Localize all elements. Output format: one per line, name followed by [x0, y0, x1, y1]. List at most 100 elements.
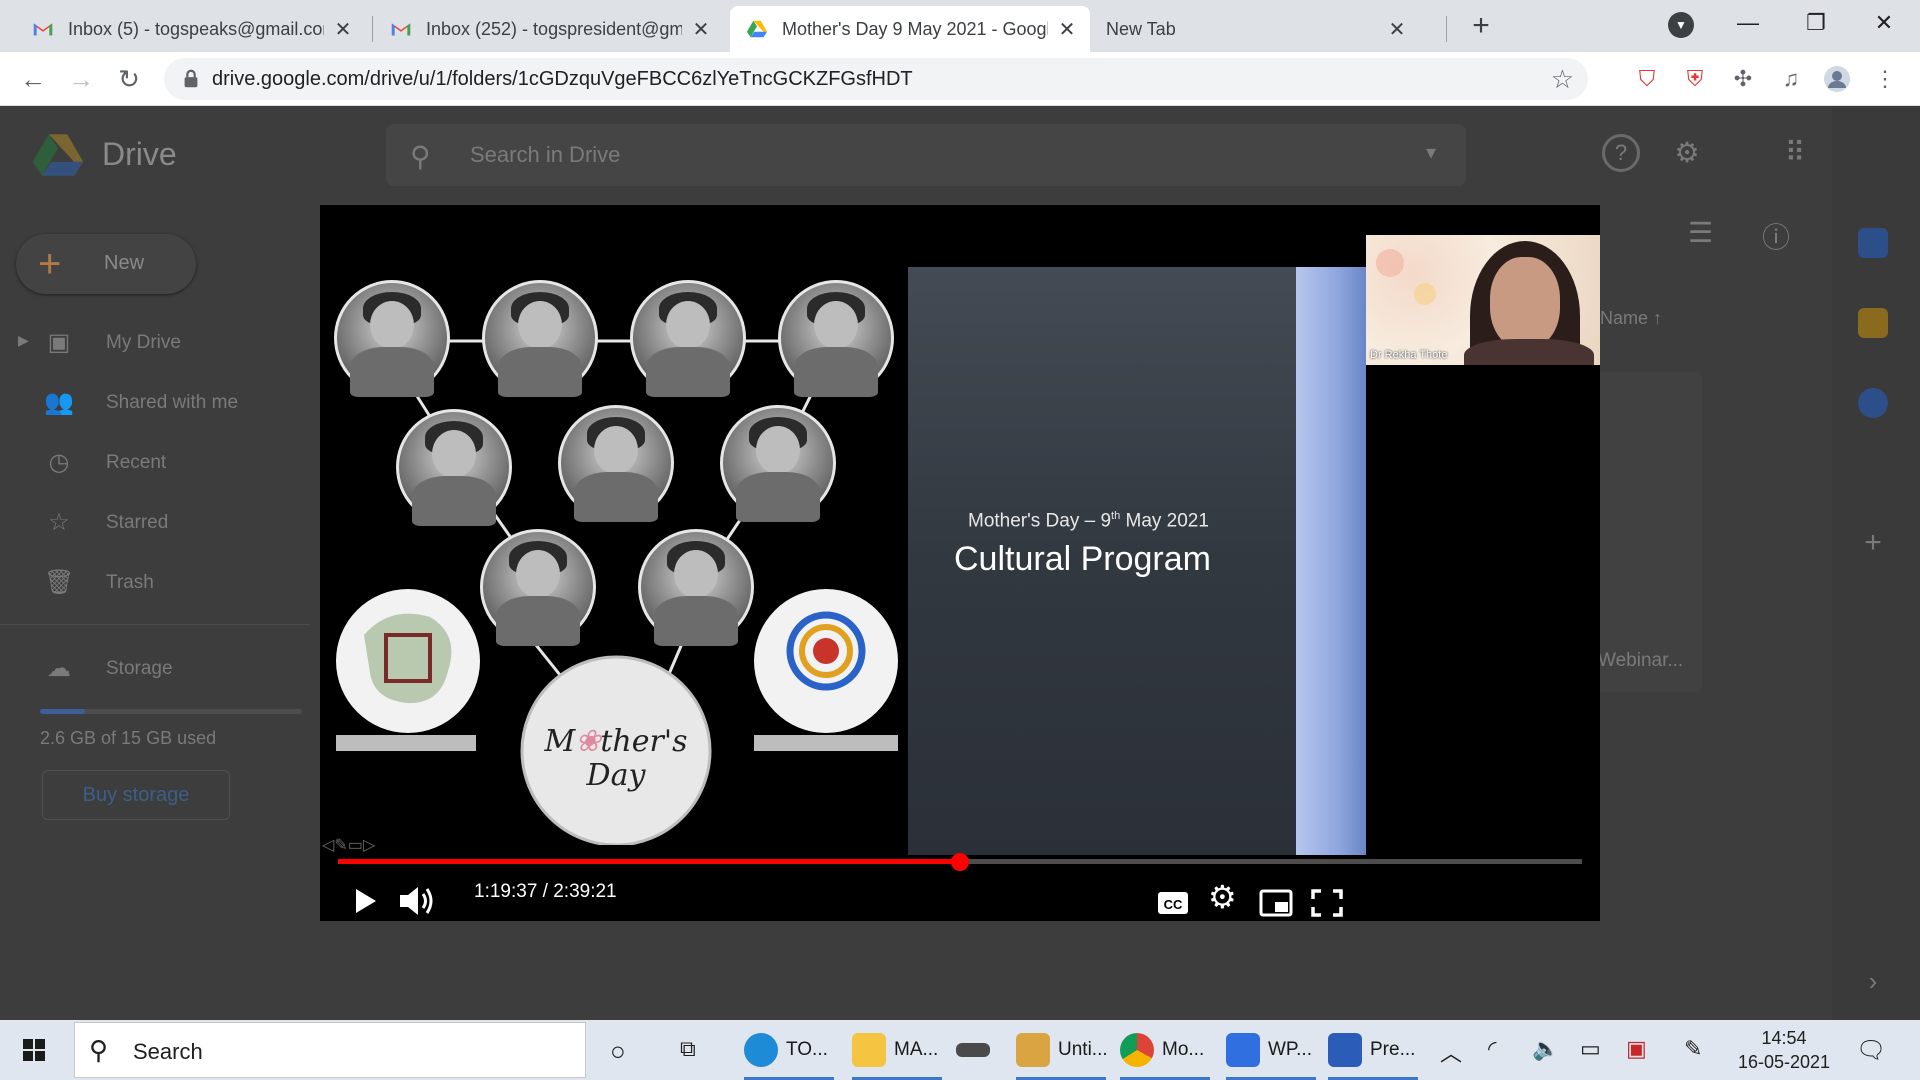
- bookmark-star-icon[interactable]: ☆: [1551, 64, 1574, 95]
- taskbar-search-label: Search: [133, 1039, 203, 1064]
- shared-icon: 👥: [44, 389, 74, 416]
- tab-gmail-togspresident[interactable]: Inbox (252) - togspresident@gmail.com ✕: [374, 6, 724, 52]
- sidebar-item-shared[interactable]: 👥 Shared with me: [0, 382, 310, 422]
- notification-center-icon[interactable]: 🗨: [1856, 1036, 1886, 1065]
- drive-search-input[interactable]: ⚲ Search in Drive ▾: [386, 124, 1466, 186]
- apps-grid-icon[interactable]: ⠿: [1776, 134, 1814, 172]
- close-tab-icon[interactable]: ✕: [1386, 17, 1408, 42]
- show-hidden-icons-chevron-icon[interactable]: ︿: [1440, 1036, 1462, 1068]
- taskbar-clock[interactable]: 14:54 16-05-2021: [1732, 1026, 1836, 1074]
- slide-subtitle: Mother's Day – 9th May 2021: [968, 510, 1209, 532]
- edge-icon: [744, 1033, 778, 1067]
- browser-toolbar: ← → ↻ drive.google.com/drive/u/1/folders…: [0, 52, 1920, 106]
- sidebar-item-label: Shared with me: [106, 392, 239, 413]
- close-tab-icon[interactable]: ✕: [1056, 17, 1078, 42]
- back-icon[interactable]: ←: [16, 62, 50, 96]
- sidebar-item-my-drive[interactable]: ▶ ▣ My Drive: [0, 322, 310, 362]
- info-icon[interactable]: ⓘ: [1762, 216, 1790, 256]
- expand-panel-icon[interactable]: ›: [1858, 966, 1888, 996]
- taskbar-app-paint[interactable]: Unti...: [1016, 1024, 1108, 1080]
- tab-search-icon[interactable]: ▼: [1668, 12, 1694, 38]
- video-player[interactable]: M❀ther's Day Mother's Day – 9th May 2021 …: [320, 205, 1600, 921]
- taskbar-app-edge[interactable]: TO...: [744, 1024, 834, 1080]
- reload-icon[interactable]: ↻: [112, 62, 146, 96]
- search-icon: ⚲: [89, 1035, 109, 1065]
- sidebar-item-trash[interactable]: 🗑 Trash: [0, 562, 310, 602]
- file-card[interactable]: [1592, 372, 1702, 692]
- expand-caret-icon[interactable]: ▶: [18, 332, 29, 349]
- windows-start-icon[interactable]: [22, 1038, 46, 1062]
- sidebar-item-starred[interactable]: ☆ Starred: [0, 502, 310, 542]
- office-notification-icon[interactable]: ▣: [1626, 1036, 1647, 1062]
- volume-muted-icon[interactable]: 🔈: [1532, 1036, 1559, 1062]
- sidebar-item-recent[interactable]: ◷ Recent: [0, 442, 310, 482]
- url-text: drive.google.com/drive/u/1/folders/1cGDz…: [212, 68, 913, 90]
- tab-drive-mothers-day[interactable]: Mother's Day 9 May 2021 - Google Drive ✕: [730, 6, 1090, 52]
- extension-lock-icon[interactable]: ⛉: [1632, 64, 1662, 94]
- profile-avatar-icon[interactable]: [1822, 64, 1852, 94]
- clock-time: 14:54: [1761, 1028, 1807, 1048]
- close-window-icon[interactable]: ✕: [1854, 6, 1914, 42]
- tab-title: Inbox (5) - togspeaks@gmail.com: [68, 18, 324, 39]
- extension-shield-icon[interactable]: ⛨: [1680, 64, 1710, 94]
- close-tab-icon[interactable]: ✕: [332, 17, 354, 42]
- fullscreen-icon[interactable]: [1310, 881, 1344, 921]
- video-progress-bar[interactable]: [338, 853, 1582, 871]
- battery-icon[interactable]: ▭: [1580, 1036, 1601, 1062]
- wifi-icon[interactable]: ◜: [1488, 1036, 1497, 1062]
- close-tab-icon[interactable]: ✕: [690, 17, 712, 42]
- taskbar-app-chrome[interactable]: Mo...: [1120, 1024, 1210, 1080]
- portrait-node: [396, 409, 512, 527]
- name-column-header[interactable]: Name ↑: [1600, 308, 1662, 329]
- annotation-toolbar[interactable]: ◁✎▭▷: [322, 835, 375, 855]
- restore-icon[interactable]: ❐: [1786, 6, 1846, 42]
- volume-icon[interactable]: [396, 879, 436, 921]
- settings-gear-icon[interactable]: ⚙: [1668, 134, 1706, 172]
- calendar-icon[interactable]: [1858, 228, 1888, 258]
- tasks-icon[interactable]: [1858, 388, 1888, 418]
- extensions-puzzle-icon[interactable]: ✣: [1728, 64, 1758, 94]
- minimize-icon[interactable]: —: [1718, 6, 1778, 42]
- taskbar-app-wps[interactable]: WP...: [1226, 1024, 1316, 1080]
- clock-date: 16-05-2021: [1737, 1052, 1831, 1072]
- scrubber-handle[interactable]: [951, 853, 969, 871]
- progress-played: [338, 859, 960, 864]
- storage-used-text: 2.6 GB of 15 GB used: [40, 728, 217, 748]
- taskbar-app-scanner[interactable]: [956, 1024, 996, 1076]
- portrait-node: [482, 280, 598, 398]
- taskbar-app-word[interactable]: Pre...: [1328, 1024, 1418, 1080]
- browser-menu-icon[interactable]: ⋮: [1870, 64, 1900, 94]
- clock-icon: ◷: [48, 449, 70, 476]
- list-view-icon[interactable]: ☰: [1688, 216, 1713, 249]
- buy-storage-button[interactable]: Buy storage: [42, 770, 230, 820]
- task-view-icon[interactable]: ⧉: [680, 1036, 696, 1062]
- tab-gmail-togspeaks[interactable]: Inbox (5) - togspeaks@gmail.com ✕: [16, 6, 366, 52]
- add-addon-icon[interactable]: +: [1858, 528, 1888, 558]
- play-icon[interactable]: [348, 879, 382, 921]
- settings-gear-icon[interactable]: ⚙: [1208, 877, 1237, 921]
- taskbar-search-box[interactable]: ⚲ Search: [74, 1022, 586, 1078]
- portrait-node: [630, 280, 746, 398]
- paint-icon: [1016, 1033, 1050, 1067]
- pen-icon[interactable]: ✎: [1684, 1036, 1702, 1062]
- keep-icon[interactable]: [1858, 308, 1888, 338]
- new-tab-button[interactable]: +: [1464, 10, 1498, 44]
- mothers-day-graphic: M❀ther's Day: [544, 724, 688, 793]
- star-icon: ☆: [48, 509, 70, 536]
- captions-icon[interactable]: CC: [1156, 881, 1190, 921]
- taskbar-app-folder[interactable]: MA...: [852, 1024, 942, 1080]
- plus-icon: +: [38, 242, 62, 286]
- help-icon[interactable]: ?: [1602, 134, 1640, 172]
- word-icon: [1328, 1033, 1362, 1067]
- search-options-icon[interactable]: ▾: [1426, 140, 1436, 165]
- sidebar-item-storage[interactable]: ☁ Storage: [0, 648, 310, 688]
- tab-new-tab[interactable]: New Tab ✕: [1090, 6, 1420, 52]
- new-button[interactable]: + New: [16, 234, 196, 294]
- cortana-icon[interactable]: ○: [610, 1036, 626, 1067]
- miniplayer-icon[interactable]: [1258, 881, 1294, 921]
- file-name: Webinar...: [1598, 650, 1684, 671]
- address-bar[interactable]: drive.google.com/drive/u/1/folders/1cGDz…: [164, 58, 1588, 100]
- media-control-icon[interactable]: ♫: [1776, 64, 1806, 94]
- forward-icon[interactable]: →: [64, 62, 98, 96]
- participant-camera: Dr Rekha Thote: [1366, 235, 1600, 365]
